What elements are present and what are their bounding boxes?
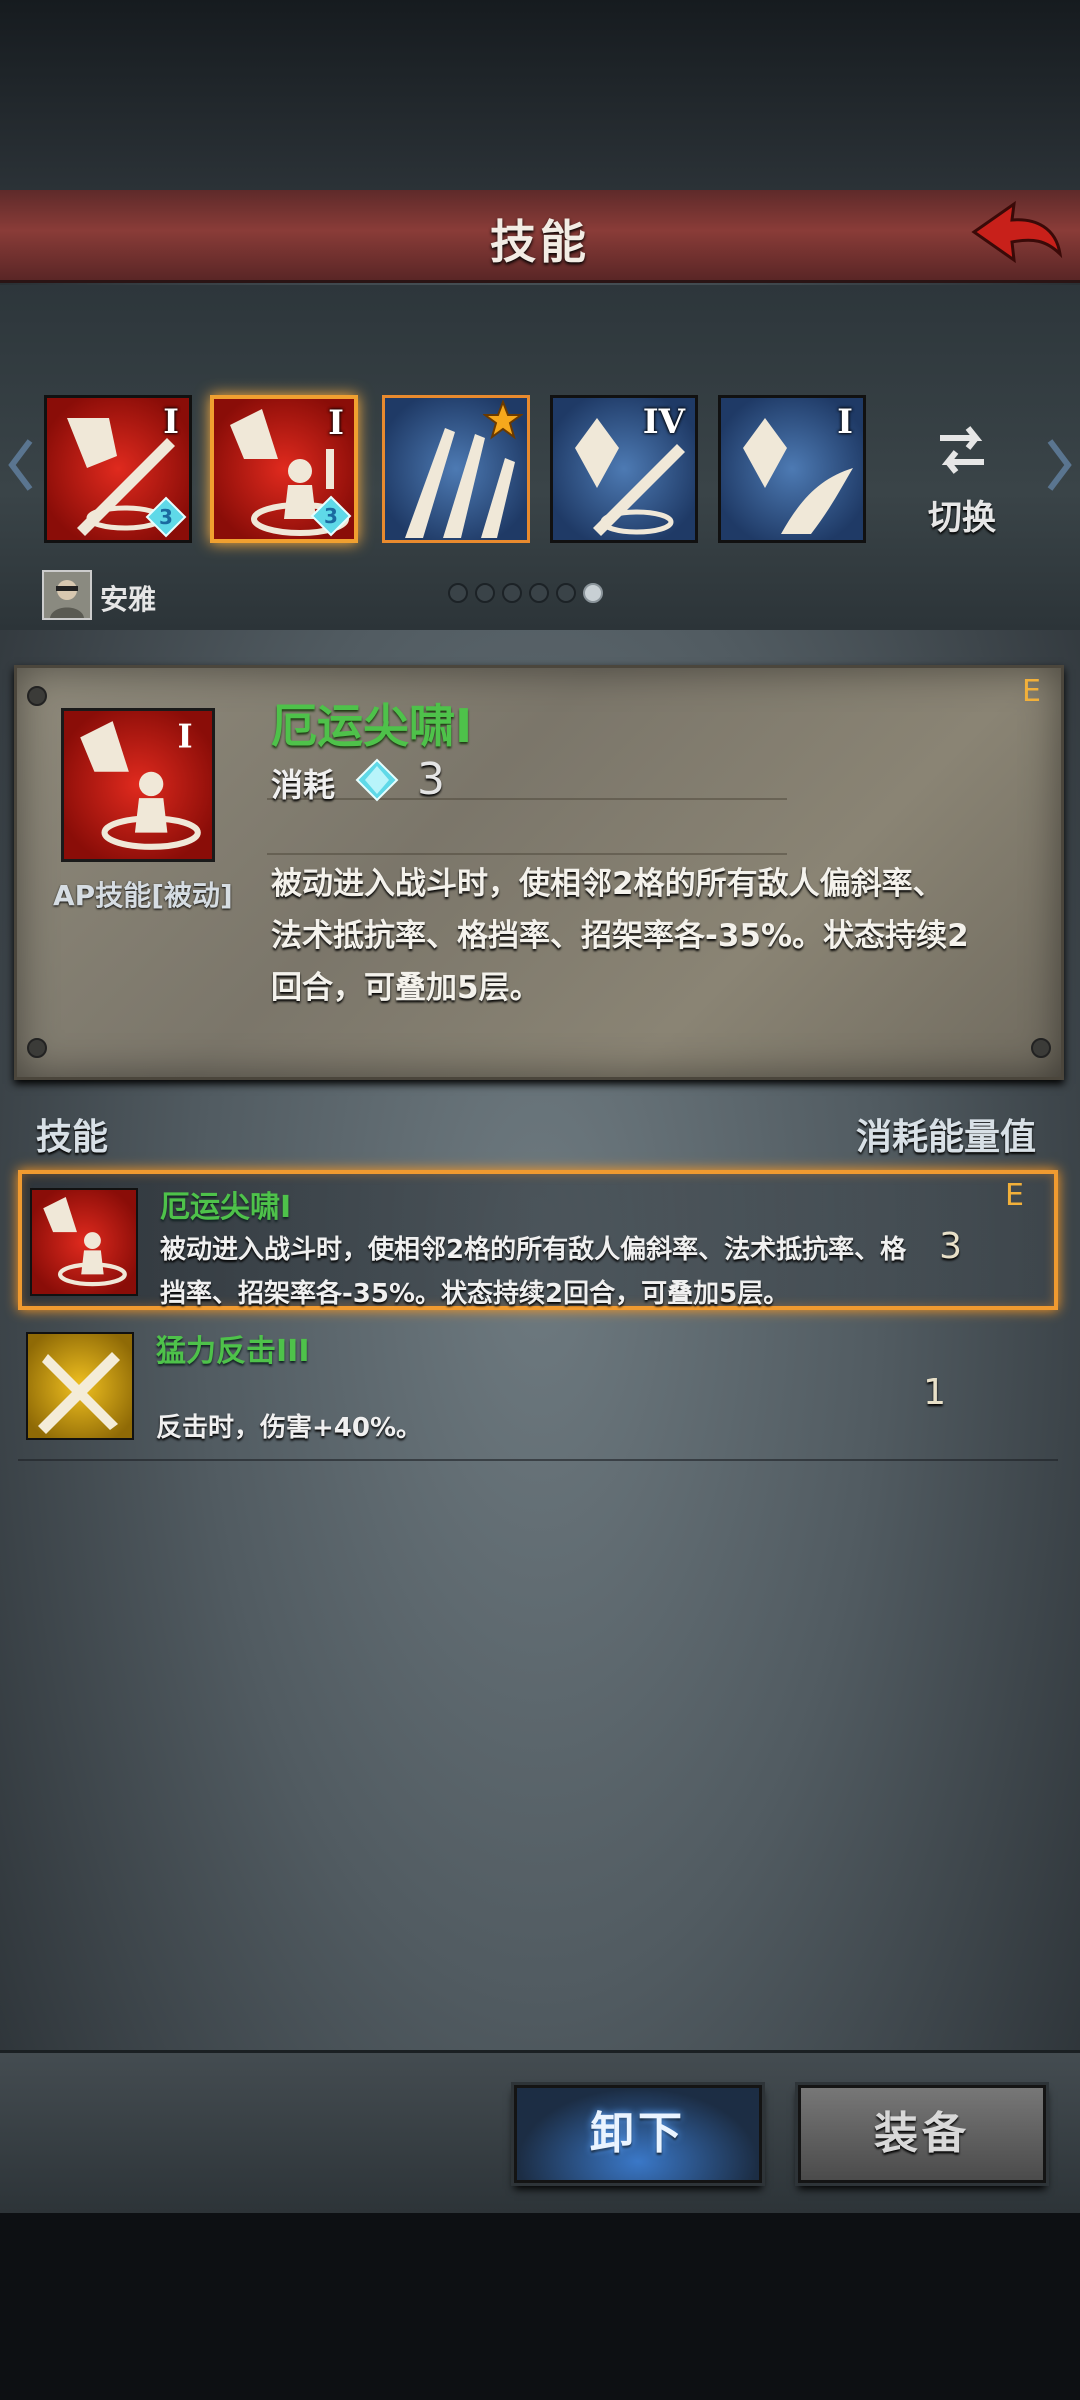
skill-slot-5[interactable]: I <box>718 395 866 543</box>
cost-label: 消耗 <box>271 766 336 804</box>
cost-value: 3 <box>417 754 445 805</box>
page-indicator <box>448 583 638 609</box>
swap-arrows-icon <box>940 426 984 474</box>
skill-slot-level: I <box>328 403 344 443</box>
skill-slot-4[interactable]: IV <box>550 395 698 543</box>
page-title: 技能 <box>490 215 590 269</box>
switch-button[interactable]: 切换 <box>922 420 1002 540</box>
avatar[interactable] <box>42 570 92 620</box>
skill-list-cost: 3 <box>939 1226 962 1267</box>
skill-description: 被动进入战斗时，使相邻2格的所有敌人偏斜率、法术抵抗率、格挡率、招架率各-35%… <box>271 866 969 1006</box>
header-bar: 技能 <box>0 190 1080 283</box>
back-arrow-icon[interactable] <box>966 198 1066 272</box>
skill-slot-2[interactable]: I 3 <box>210 395 358 543</box>
skill-slot-level: I <box>837 402 853 442</box>
page-dot <box>556 583 576 603</box>
page-dot <box>475 583 495 603</box>
chevron-left-icon[interactable] <box>6 435 36 495</box>
chevron-right-icon[interactable] <box>1044 435 1074 495</box>
grade-badge: E <box>1005 1178 1024 1213</box>
scream-figure-icon <box>30 1188 138 1296</box>
skill-slot-3[interactable] <box>382 395 530 543</box>
skill-list-item[interactable]: 猛力反击III 反击时，伤害+40%。 1 <box>18 1318 1058 1461</box>
skill-slot-level: IV <box>642 402 685 442</box>
skill-list-cost: 1 <box>923 1372 946 1413</box>
counterattack-icon <box>26 1332 134 1440</box>
list-header-skill: 技能 <box>36 1117 109 1158</box>
svg-text:I: I <box>178 717 193 755</box>
skill-detail-panel: I AP技能[被动] 厄运尖啸I 消耗 3 被动进入战斗时，使相邻2格的所有敌人… <box>14 665 1064 1080</box>
page-dot-active <box>583 583 603 603</box>
gem-badge-icon: 3 <box>145 496 187 538</box>
energy-gem-icon <box>355 758 399 802</box>
bolt-icon <box>1031 1038 1051 1058</box>
skill-list-description: 被动进入战斗时，使相邻2格的所有敌人偏斜率、法术抵抗率、格挡率、招架率各-35%… <box>160 1235 907 1309</box>
skill-slot-level: I <box>163 402 179 442</box>
skill-type-label: AP技能[被动] <box>53 879 233 912</box>
list-header-cost: 消耗能量值 <box>855 1117 1036 1158</box>
grade-badge: E <box>1022 674 1041 709</box>
scream-figure-icon: I <box>61 708 215 862</box>
gem-badge-icon: 3 <box>310 495 352 537</box>
top-dark-area <box>0 0 1080 190</box>
skill-list-name: 猛力反击III <box>156 1334 310 1369</box>
page-dot <box>529 583 549 603</box>
bolt-icon <box>27 686 47 706</box>
character-name: 安雅 <box>100 583 157 616</box>
divider <box>18 1459 1058 1461</box>
page-dot <box>502 583 522 603</box>
divider <box>267 853 787 855</box>
skill-list-item[interactable]: 厄运尖啸I 被动进入战斗时，使相邻2格的所有敌人偏斜率、法术抵抗率、格挡率、招架… <box>18 1170 1058 1310</box>
skill-list-name: 厄运尖啸I <box>160 1190 292 1225</box>
bolt-icon <box>27 1038 47 1058</box>
skill-name: 厄运尖啸I <box>271 699 473 753</box>
divider <box>267 798 787 800</box>
unequip-button[interactable]: 卸下 <box>514 2085 762 2183</box>
star-icon <box>483 400 523 440</box>
skill-list-description: 反击时，伤害+40%。 <box>156 1413 423 1443</box>
page-dot <box>448 583 468 603</box>
equip-button[interactable]: 装备 <box>798 2085 1046 2183</box>
skill-slot-1[interactable]: I 3 <box>44 395 192 543</box>
